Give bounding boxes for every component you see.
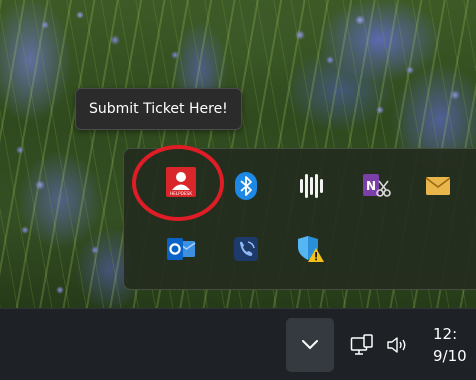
helpdesk-icon-label: HELPDESK [170,191,192,196]
tooltip: Submit Ticket Here! [75,88,242,130]
taskbar-clock[interactable]: 12: 9/10 [433,323,476,367]
helpdesk-icon[interactable]: HELPDESK [161,162,201,202]
network-icon[interactable] [348,331,376,359]
show-hidden-icons-button[interactable] [286,318,334,372]
volume-icon[interactable] [384,331,412,359]
bluetooth-icon[interactable] [226,166,266,206]
security-warning-icon[interactable] [291,229,331,269]
svg-text:N: N [366,179,376,193]
mail-icon[interactable] [418,166,458,206]
phone-app-icon[interactable] [226,229,266,269]
tooltip-text: Submit Ticket Here! [89,101,228,117]
chevron-down-icon [301,336,319,355]
clock-time: 12: [433,325,458,343]
outlook-icon[interactable] [161,229,201,269]
taskbar: 12: 9/10 [0,308,476,380]
onenote-clipper-icon[interactable]: N [356,166,396,206]
clock-date: 9/10 [433,347,467,365]
audio-waveform-icon[interactable] [291,166,331,206]
